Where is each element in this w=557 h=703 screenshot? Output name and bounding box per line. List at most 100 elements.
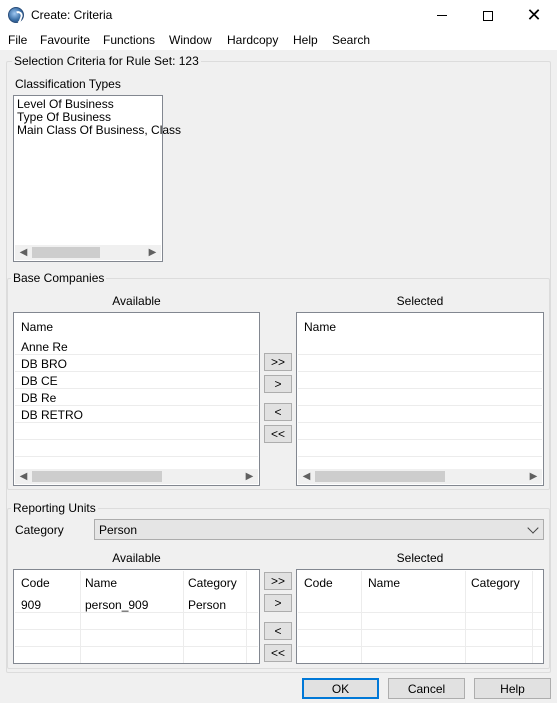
scroll-right-icon[interactable]: ▶ [525,469,542,484]
row-divider [298,388,542,389]
base-companies-label: Base Companies [11,271,107,285]
row-divider [15,612,258,613]
menu-functions[interactable]: Functions [103,33,155,47]
close-button[interactable]: ✕ [511,0,557,31]
classification-types-label: Classification Types [15,77,121,91]
column-header-code[interactable]: Code [304,576,333,590]
base-selected-label: Selected [396,294,444,308]
category-value: Person [99,522,138,537]
row-divider [298,646,542,647]
list-item[interactable]: DB CE [21,374,58,388]
list-item[interactable]: DB Re [21,391,56,405]
base-available-list[interactable]: Name Anne Re DB BRO DB CE DB Re DB RETRO… [13,312,260,486]
column-header-name[interactable]: Name [21,320,53,334]
row-divider [15,405,258,406]
horizontal-scrollbar[interactable]: ◀ ▶ [298,469,542,484]
row-divider [298,439,542,440]
base-available-label: Available [112,294,161,308]
column-divider [465,571,466,663]
row-divider [15,646,258,647]
row-divider [298,629,542,630]
base-remove-button[interactable]: < [264,403,292,421]
reporting-selected-list[interactable]: Code Name Category [296,569,544,664]
column-header-category[interactable]: Category [188,576,237,590]
row-divider [15,422,258,423]
table-cell-name[interactable]: person_909 [85,598,148,612]
row-divider [15,439,258,440]
row-divider [298,354,542,355]
minimize-button[interactable] [419,0,465,31]
list-item[interactable]: Main Class Of Business, Class [17,123,181,137]
category-dropdown[interactable]: Person [94,519,544,540]
reporting-remove-button[interactable]: < [264,622,292,640]
column-header-code[interactable]: Code [21,576,50,590]
row-divider [298,422,542,423]
column-header-name[interactable]: Name [85,576,117,590]
base-remove-all-button[interactable]: << [264,425,292,443]
menu-search[interactable]: Search [332,33,370,47]
row-divider [15,629,258,630]
row-divider [298,456,542,457]
menu-help[interactable]: Help [293,33,318,47]
scrollbar-thumb[interactable] [32,247,100,258]
help-button[interactable]: Help [474,678,551,699]
list-item[interactable]: Level Of Business [17,97,114,111]
reporting-selected-label: Selected [396,551,444,565]
window-title: Create: Criteria [31,8,113,22]
list-item[interactable]: DB BRO [21,357,67,371]
reporting-add-button[interactable]: > [264,594,292,612]
list-item[interactable]: Anne Re [21,340,68,354]
ok-button[interactable]: OK [302,678,379,699]
menu-hardcopy[interactable]: Hardcopy [227,33,278,47]
list-item[interactable]: Type Of Business [17,110,111,124]
scrollbar-thumb[interactable] [32,471,162,482]
column-divider [246,571,247,663]
scrollbar-thumb[interactable] [315,471,445,482]
row-divider [298,405,542,406]
menu-file[interactable]: File [8,33,27,47]
horizontal-scrollbar[interactable]: ◀ ▶ [15,469,258,484]
reporting-remove-all-button[interactable]: << [264,644,292,662]
close-icon: ✕ [526,4,542,26]
horizontal-scrollbar[interactable]: ◀ ▶ [15,245,161,260]
reporting-units-label: Reporting Units [11,501,98,515]
chevron-down-icon [527,522,539,534]
column-divider [80,571,81,663]
scroll-left-icon[interactable]: ◀ [15,245,32,260]
row-divider [15,456,258,457]
table-cell-code[interactable]: 909 [21,598,41,612]
app-icon [8,7,24,23]
row-divider [298,612,542,613]
selection-criteria-label: Selection Criteria for Rule Set: 123 [12,54,201,68]
column-header-category[interactable]: Category [471,576,520,590]
cancel-button[interactable]: Cancel [388,678,465,699]
scroll-left-icon[interactable]: ◀ [15,469,32,484]
column-divider [183,571,184,663]
minimize-icon [437,15,447,16]
reporting-available-list[interactable]: Code Name Category 909 person_909 Person [13,569,260,664]
maximize-button[interactable] [465,0,511,31]
column-header-name[interactable]: Name [304,320,336,334]
row-divider [15,371,258,372]
column-divider [361,571,362,663]
maximize-icon [483,10,493,21]
classification-types-list[interactable]: Level Of Business Type Of Business Main … [13,95,181,262]
scroll-right-icon[interactable]: ▶ [144,245,161,260]
category-label: Category [15,523,64,537]
row-divider [298,371,542,372]
reporting-available-label: Available [112,551,161,565]
reporting-add-all-button[interactable]: >> [264,572,292,590]
column-header-name[interactable]: Name [368,576,400,590]
row-divider [15,354,258,355]
base-selected-list[interactable]: Name ◀ ▶ [296,312,544,486]
table-cell-category[interactable]: Person [188,598,226,612]
base-add-all-button[interactable]: >> [264,353,292,371]
menu-window[interactable]: Window [169,33,212,47]
list-item[interactable]: DB RETRO [21,408,83,422]
base-add-button[interactable]: > [264,375,292,393]
column-divider [532,571,533,663]
row-divider [15,388,258,389]
scroll-right-icon[interactable]: ▶ [241,469,258,484]
scroll-left-icon[interactable]: ◀ [298,469,315,484]
menu-favourite[interactable]: Favourite [40,33,90,47]
